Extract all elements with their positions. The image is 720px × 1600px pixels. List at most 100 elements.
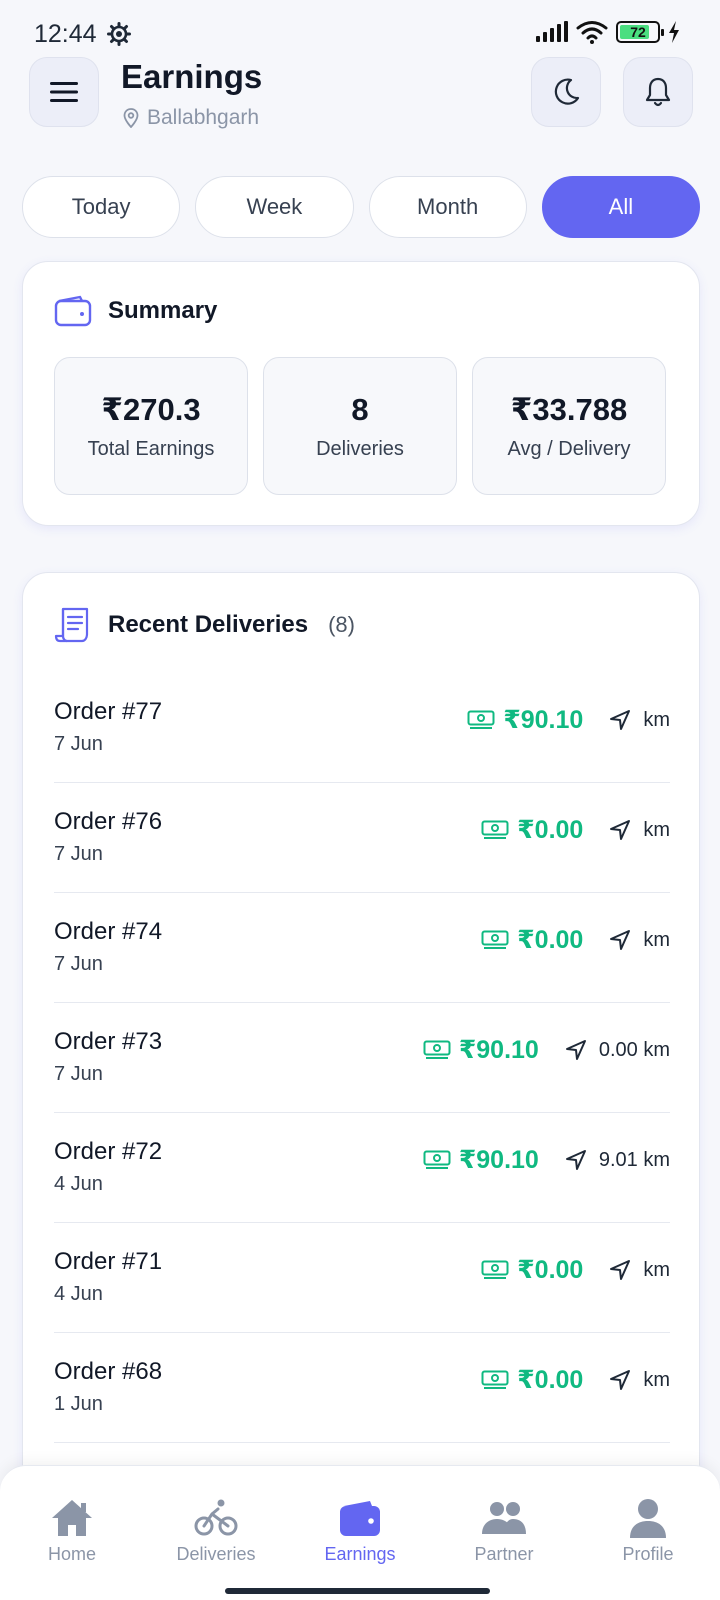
signal-icon <box>536 21 568 42</box>
delivery-row[interactable]: Order #71 4 Jun ₹0.00 km <box>54 1223 670 1333</box>
status-time: 12:44 <box>34 20 97 48</box>
order-number: Order #71 <box>54 1248 163 1275</box>
nav-label: Profile <box>622 1544 674 1564</box>
moon-icon <box>554 78 580 105</box>
bell-icon <box>645 77 671 107</box>
navigation-arrow-icon <box>565 1040 586 1060</box>
cash-icon <box>481 1260 509 1279</box>
navigation-arrow-icon <box>610 1260 631 1280</box>
stat-value: ₹270.3 <box>101 391 201 427</box>
charging-bolt-icon <box>669 21 679 43</box>
navigation-arrow-icon <box>610 820 631 840</box>
navigation-arrow-icon <box>610 1370 631 1390</box>
recent-header: Recent Deliveries (8) <box>54 606 355 644</box>
filter-week[interactable]: Week <box>195 176 354 238</box>
cash-icon <box>481 1370 509 1389</box>
stat-label: Total Earnings <box>87 437 215 460</box>
cash-icon <box>481 930 509 949</box>
receipt-icon <box>54 607 89 643</box>
order-amount: ₹0.00 <box>517 926 584 954</box>
nav-label: Earnings <box>324 1544 396 1564</box>
order-distance: 9.01 km <box>598 1148 670 1171</box>
settings-gear-icon <box>107 22 131 46</box>
page-title: Earnings <box>121 58 263 95</box>
order-number: Order #68 <box>54 1358 163 1385</box>
bicycle-icon <box>194 1499 238 1536</box>
navigation-arrow-icon <box>610 710 631 730</box>
filter-month[interactable]: Month <box>368 176 527 238</box>
delivery-row[interactable]: Order #76 7 Jun ₹0.00 km <box>54 783 670 893</box>
person-icon <box>630 1499 666 1538</box>
recent-deliveries-card: Recent Deliveries (8) Order #77 7 Jun ₹9… <box>22 572 700 1600</box>
hamburger-menu-icon <box>50 82 78 102</box>
battery-indicator: 72 <box>616 21 664 43</box>
delivery-row[interactable]: Order #68 1 Jun ₹0.00 km <box>54 1333 670 1443</box>
order-distance: km <box>643 818 670 841</box>
home-indicator <box>225 1588 490 1594</box>
wallet-icon <box>54 295 92 327</box>
order-number: Order #77 <box>54 698 163 725</box>
stat-total-earnings: ₹270.3 Total Earnings <box>54 357 248 495</box>
order-date: 7 Jun <box>54 1063 103 1085</box>
location-text: Ballabhgarh <box>147 106 260 129</box>
stat-value: ₹33.788 <box>510 391 628 427</box>
order-date: 7 Jun <box>54 953 103 975</box>
order-number: Order #74 <box>54 918 163 945</box>
filter-today[interactable]: Today <box>22 176 181 238</box>
nav-label: Partner <box>474 1544 534 1564</box>
summary-header: Summary <box>54 295 217 327</box>
stat-label: Deliveries <box>316 437 404 460</box>
period-filter-tabs: Today Week Month All <box>22 176 700 238</box>
navigation-arrow-icon <box>610 930 631 950</box>
order-amount: ₹90.10 <box>458 1036 539 1064</box>
order-distance: km <box>643 1368 670 1391</box>
dark-mode-button[interactable] <box>531 57 601 127</box>
order-number: Order #73 <box>54 1028 163 1055</box>
cash-icon <box>481 820 509 839</box>
delivery-list: Order #77 7 Jun ₹90.10 km Order #76 7 Ju… <box>54 673 670 1443</box>
order-distance: 0.00 km <box>598 1038 670 1061</box>
order-date: 1 Jun <box>54 1393 103 1415</box>
wallet-icon <box>340 1501 380 1536</box>
order-date: 4 Jun <box>54 1283 103 1305</box>
delivery-row[interactable]: Order #77 7 Jun ₹90.10 km <box>54 673 670 783</box>
order-amount: ₹0.00 <box>517 1256 584 1284</box>
delivery-row[interactable]: Order #72 4 Jun ₹90.10 9.01 km <box>54 1113 670 1223</box>
cash-icon <box>423 1150 451 1169</box>
stat-value: 8 <box>351 391 369 427</box>
stat-avg-delivery: ₹33.788 Avg / Delivery <box>472 357 666 495</box>
order-date: 7 Jun <box>54 843 103 865</box>
order-date: 7 Jun <box>54 733 103 755</box>
order-distance: km <box>643 708 670 731</box>
order-number: Order #76 <box>54 808 163 835</box>
summary-title: Summary <box>108 297 218 324</box>
bottom-navigation: Home Deliveries Earnings Partner Profile <box>0 1465 720 1600</box>
nav-home[interactable]: Home <box>0 1498 144 1565</box>
battery-level: 72 <box>630 24 646 40</box>
nav-label: Deliveries <box>176 1544 256 1564</box>
order-amount: ₹90.10 <box>503 706 584 734</box>
nav-deliveries[interactable]: Deliveries <box>144 1498 288 1565</box>
nav-earnings[interactable]: Earnings <box>288 1498 432 1565</box>
delivery-row[interactable]: Order #74 7 Jun ₹0.00 km <box>54 893 670 1003</box>
order-distance: km <box>643 1258 670 1281</box>
nav-partner[interactable]: Partner <box>432 1498 576 1565</box>
filter-all[interactable]: All <box>541 176 700 238</box>
order-number: Order #72 <box>54 1138 163 1165</box>
order-distance: km <box>643 928 670 951</box>
delivery-row[interactable]: Order #73 7 Jun ₹90.10 0.00 km <box>54 1003 670 1113</box>
nav-label: Home <box>47 1544 96 1564</box>
notifications-button[interactable] <box>623 57 693 127</box>
summary-stats: ₹270.3 Total Earnings 8 Deliveries ₹33.7… <box>54 357 666 495</box>
home-icon <box>52 1500 92 1536</box>
group-icon <box>482 1502 526 1534</box>
stat-deliveries: 8 Deliveries <box>263 357 457 495</box>
order-date: 4 Jun <box>54 1173 103 1195</box>
wifi-icon <box>576 21 608 44</box>
order-amount: ₹90.10 <box>458 1146 539 1174</box>
menu-button[interactable] <box>29 57 99 127</box>
summary-card: Summary ₹270.3 Total Earnings 8 Deliveri… <box>22 261 700 526</box>
nav-profile[interactable]: Profile <box>576 1498 720 1565</box>
stat-label: Avg / Delivery <box>507 437 631 460</box>
location-pin-icon <box>123 108 139 128</box>
